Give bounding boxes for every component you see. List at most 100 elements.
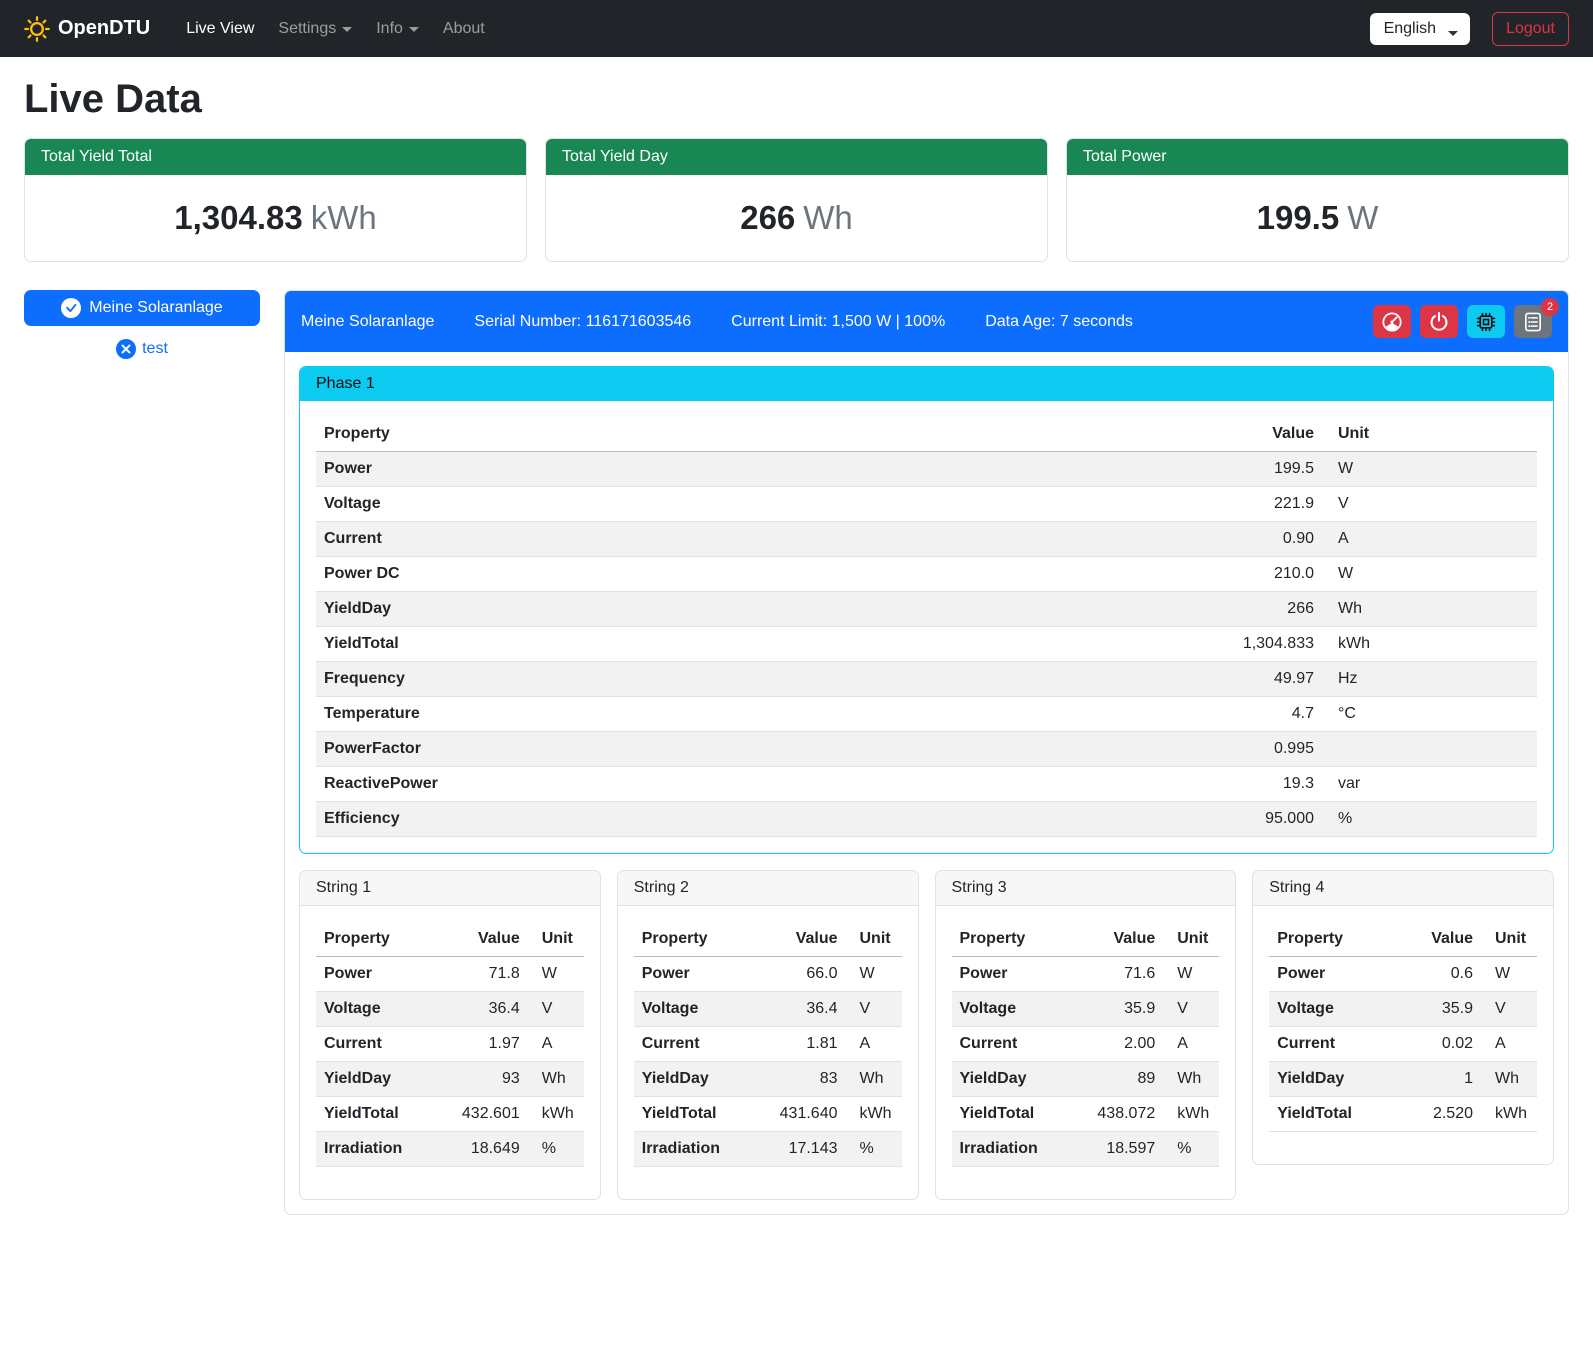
unit-cell <box>1322 732 1537 767</box>
property-column-header: Property <box>634 922 762 957</box>
table-row: Current0.02A <box>1269 1027 1537 1062</box>
unit-cell: % <box>1163 1132 1219 1167</box>
value-cell: 35.9 <box>1397 992 1481 1027</box>
check-circle-icon <box>61 298 81 318</box>
inverter-serial: Serial Number: 116171603546 <box>474 313 691 331</box>
property-cell: Power <box>952 957 1080 992</box>
table-row: YieldTotal1,304.833kWh <box>316 627 1537 662</box>
value-cell: 36.4 <box>444 992 528 1027</box>
table-row: YieldDay83Wh <box>634 1062 902 1097</box>
page-title: Live Data <box>24 77 1569 122</box>
unit-cell: A <box>1322 522 1537 557</box>
string-table: Property Value Unit Power71.6WVoltage35.… <box>952 922 1220 1167</box>
inverter-data-age: Data Age: 7 seconds <box>985 313 1133 331</box>
card-title: Total Yield Day <box>546 139 1047 175</box>
value-cell: 221.9 <box>1212 487 1322 522</box>
string-card-title: String 1 <box>300 871 600 906</box>
table-row: Irradiation18.597% <box>952 1132 1220 1167</box>
property-cell: Voltage <box>316 487 1212 522</box>
nav-item-settings[interactable]: Settings <box>268 12 362 46</box>
sun-icon <box>24 16 50 42</box>
phase-table: Property Value Unit Power199.5WVoltage22… <box>316 417 1537 837</box>
string-2-card: String 2 Property Value Unit <box>617 870 919 1200</box>
card-unit: W <box>1347 199 1378 236</box>
nav-item-label: Info <box>376 20 403 38</box>
nav-item-about[interactable]: About <box>433 12 495 46</box>
value-cell: 66.0 <box>762 957 846 992</box>
property-cell: YieldDay <box>316 592 1212 627</box>
unit-cell: V <box>1163 992 1219 1027</box>
journal-icon <box>1522 311 1544 333</box>
sidebar-filter-test[interactable]: test <box>24 339 260 359</box>
table-header-row: Property Value Unit <box>316 922 584 957</box>
property-cell: Current <box>316 1027 444 1062</box>
value-column-header: Value <box>1079 922 1163 957</box>
value-cell: 432.601 <box>444 1097 528 1132</box>
property-cell: Current <box>952 1027 1080 1062</box>
filter-label: test <box>142 340 168 358</box>
value-column-header: Value <box>1397 922 1481 957</box>
property-cell: Current <box>1269 1027 1397 1062</box>
value-cell: 18.649 <box>444 1132 528 1167</box>
value-cell: 18.597 <box>1079 1132 1163 1167</box>
inverter-card-header: Meine Solaranlage Serial Number: 1161716… <box>285 291 1568 352</box>
unit-cell: V <box>846 992 902 1027</box>
string-table: Property Value Unit Power71.8WVoltage36.… <box>316 922 584 1167</box>
property-cell: Irradiation <box>634 1132 762 1167</box>
table-row: Power66.0W <box>634 957 902 992</box>
property-cell: Power <box>316 452 1212 487</box>
inverter-name: Meine Solaranlage <box>301 313 434 331</box>
unit-cell: W <box>846 957 902 992</box>
table-row: Frequency49.97Hz <box>316 662 1537 697</box>
property-cell: Voltage <box>1269 992 1397 1027</box>
unit-cell: W <box>1322 452 1537 487</box>
nav-item-live-view[interactable]: Live View <box>176 12 264 46</box>
property-cell: Voltage <box>634 992 762 1027</box>
value-cell: 71.6 <box>1079 957 1163 992</box>
logout-button[interactable]: Logout <box>1492 12 1569 46</box>
limit-settings-button[interactable] <box>1373 305 1411 338</box>
value-cell: 0.995 <box>1212 732 1322 767</box>
unit-cell: A <box>528 1027 584 1062</box>
table-row: Voltage35.9V <box>1269 992 1537 1027</box>
phase-panel-body: Property Value Unit Power199.5WVoltage22… <box>300 401 1553 853</box>
value-cell: 89 <box>1079 1062 1163 1097</box>
value-cell: 0.02 <box>1397 1027 1481 1062</box>
unit-column-header: Unit <box>1163 922 1219 957</box>
brand[interactable]: OpenDTU <box>24 16 150 42</box>
language-select[interactable]: English <box>1370 13 1470 45</box>
nav-item-label: Settings <box>278 20 336 38</box>
table-row: YieldDay93Wh <box>316 1062 584 1097</box>
property-cell: YieldDay <box>634 1062 762 1097</box>
card-value: 199.5 <box>1257 199 1340 236</box>
table-header-row: Property Value Unit <box>634 922 902 957</box>
unit-cell: A <box>1481 1027 1537 1062</box>
unit-cell: Wh <box>1481 1062 1537 1097</box>
inverter-select-button[interactable]: Meine Solaranlage <box>24 290 260 326</box>
table-row: PowerFactor0.995 <box>316 732 1537 767</box>
power-button[interactable] <box>1420 305 1458 338</box>
unit-cell: % <box>846 1132 902 1167</box>
unit-cell: °C <box>1322 697 1537 732</box>
unit-column-header: Unit <box>846 922 902 957</box>
string-3-card: String 3 Property Value Unit <box>935 870 1237 1200</box>
caret-down-icon <box>1448 31 1458 36</box>
property-cell: YieldTotal <box>316 627 1212 662</box>
property-cell: Irradiation <box>952 1132 1080 1167</box>
caret-down-icon <box>342 27 352 32</box>
table-row: Voltage36.4V <box>316 992 584 1027</box>
top-navbar: OpenDTU Live View Settings Info About En… <box>0 0 1593 57</box>
table-row: Temperature4.7°C <box>316 697 1537 732</box>
value-cell: 83 <box>762 1062 846 1097</box>
unit-cell: kWh <box>846 1097 902 1132</box>
event-log-button[interactable]: 2 <box>1514 305 1552 338</box>
value-column-header: Value <box>762 922 846 957</box>
string-card-body: Property Value Unit Power71.8WVoltage36.… <box>300 906 600 1199</box>
table-row: Voltage221.9V <box>316 487 1537 522</box>
main-row: Meine Solaranlage test Meine Solaranlage… <box>24 290 1569 1215</box>
device-info-button[interactable] <box>1467 305 1505 338</box>
inverter-select-label: Meine Solaranlage <box>89 299 222 317</box>
string-table: Property Value Unit Power0.6WVoltage35.9… <box>1269 922 1537 1132</box>
nav-item-info[interactable]: Info <box>366 12 429 46</box>
string-card-body: Property Value Unit Power0.6WVoltage35.9… <box>1253 906 1553 1164</box>
